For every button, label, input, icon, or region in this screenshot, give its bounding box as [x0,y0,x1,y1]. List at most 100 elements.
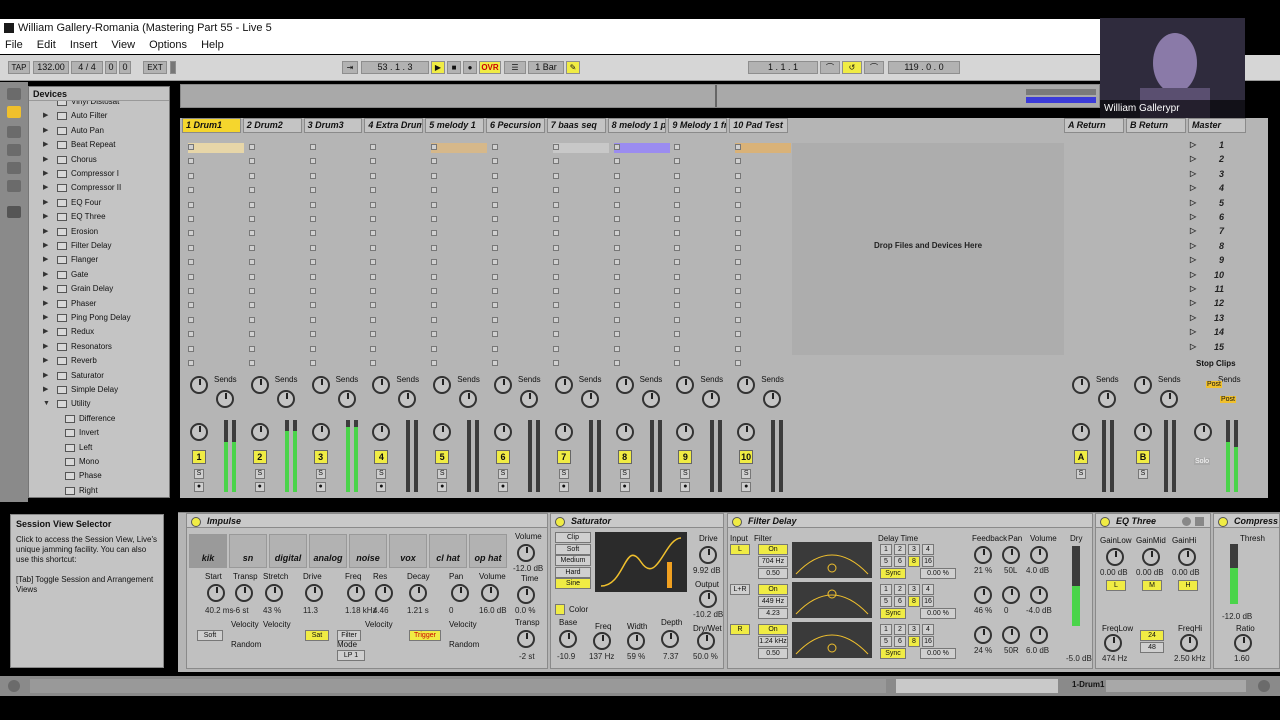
device-browser-icon[interactable] [7,106,21,118]
clip-stop-button[interactable] [431,302,438,309]
clip-stop-button[interactable] [735,187,742,194]
expand-arrow-icon[interactable]: ▶ [43,225,48,239]
impulse-pad[interactable]: digital [269,534,307,568]
browser-item[interactable]: ▶ Beat Repeat [29,138,169,152]
impulse-global-transp-knob[interactable] [517,630,535,648]
scene-play-icon[interactable]: ▷ [1190,253,1196,267]
send-a-knob[interactable] [250,376,269,394]
send-a-knob[interactable] [737,376,756,394]
fd-input-channel[interactable]: R [730,624,750,635]
overview-strip[interactable] [180,84,1100,108]
stop-clips-label[interactable]: Stop Clips [1196,359,1236,368]
clip-stop-button[interactable] [674,345,681,352]
clip-stop-button[interactable] [431,259,438,266]
expand-arrow-icon[interactable]: ▶ [43,181,48,195]
clip-slot[interactable] [431,143,488,153]
clip-stop-button[interactable] [370,345,377,352]
drop-zone[interactable]: Drop Files and Devices Here [792,143,1064,355]
menu-options[interactable]: Options [149,39,187,51]
stop-button[interactable]: ■ [447,61,461,74]
clip-stop-button[interactable] [309,244,316,251]
clip-stop-button[interactable] [188,172,194,179]
scene-launch[interactable]: ▷ 2 [1188,152,1242,166]
return-activator[interactable]: A [1074,450,1088,464]
solo-button[interactable]: S [437,469,448,479]
browser-item[interactable]: Mono [29,455,169,469]
scene-launch[interactable]: ▷ 15 [1188,340,1242,354]
impulse-pad[interactable]: analog [309,534,347,568]
clip-stop-button[interactable] [431,144,438,150]
clip-stop-button[interactable] [370,302,377,309]
clip-stop-button[interactable] [309,216,316,222]
browser-item[interactable]: ▶ Ping Pong Delay [29,311,169,325]
clip-stop-button[interactable] [492,288,498,294]
sat-width-knob[interactable] [627,632,645,650]
expand-arrow-icon[interactable]: ▶ [43,282,48,296]
clip-stop-button[interactable] [492,144,498,150]
clip-stop-button[interactable] [492,187,498,194]
clip-stop-button[interactable] [674,316,681,323]
clip-slot[interactable] [310,143,366,153]
clip-stop-button[interactable] [674,288,681,294]
impulse-param-knob[interactable] [347,584,365,602]
browser-item[interactable]: ▶ Filter Delay [29,239,169,253]
scene-launch[interactable]: ▷ 5 [1188,196,1242,210]
clip-stop-button[interactable] [309,273,316,280]
clip-stop-button[interactable] [431,244,438,251]
clip-stop-button[interactable] [188,187,194,194]
clip-stop-button[interactable] [248,273,255,280]
track-header[interactable]: 6 Pecursion [486,118,545,133]
loop-length-field[interactable]: 119 . 0 . 0 [888,61,960,74]
clip-stop-button[interactable] [248,230,255,237]
impulse-pad[interactable]: sn [229,534,267,568]
clip-stop-button[interactable] [370,259,377,266]
fd-delay-step[interactable]: 4 [922,624,934,635]
track-header[interactable]: 10 Pad Test [729,118,788,133]
send-a-knob[interactable] [190,376,208,394]
track-header[interactable]: 5 melody 1 [425,118,484,133]
browser-item[interactable]: Phase [29,469,169,483]
track-stop-button[interactable] [735,360,742,366]
clip-stop-button[interactable] [674,302,681,309]
fd-delay-step[interactable]: 3 [908,584,920,595]
clip-stop-button[interactable] [431,316,438,323]
clip-stop-button[interactable] [552,288,559,294]
pan-knob[interactable] [554,423,573,441]
scene-launch[interactable]: ▷ 8 [1188,239,1242,253]
clip-stop-button[interactable] [431,273,438,280]
clip-stop-button[interactable] [613,331,620,338]
clip-stop-button[interactable] [309,345,316,352]
clip-stop-button[interactable] [188,302,194,309]
clip-stop-button[interactable] [613,216,620,222]
clip-stop-button[interactable] [248,288,255,294]
comp-ratio-knob[interactable] [1234,634,1252,652]
solo-button[interactable]: S [254,469,265,479]
eq-band-toggle[interactable]: L [1106,580,1126,591]
sat-base-knob[interactable] [559,630,577,648]
play-button[interactable]: ▶ [431,61,445,74]
loop-start-field[interactable]: 1 . 1 . 1 [748,61,818,74]
fd-delay-offset[interactable]: 0.00 % [920,608,956,619]
clip-stop-button[interactable] [613,172,620,179]
expand-arrow-icon[interactable]: ▶ [43,210,48,224]
clip-stop-button[interactable] [613,273,620,280]
clip-stop-button[interactable] [613,288,620,294]
clip-stop-button[interactable] [552,144,559,150]
clip-stop-button[interactable] [188,201,194,208]
expand-arrow-icon[interactable]: ▼ [43,397,50,411]
arm-button[interactable]: ● [254,482,265,492]
scene-launch[interactable]: ▷ 3 [1188,167,1242,181]
return-send-a-knob[interactable] [1072,376,1090,394]
scene-play-icon[interactable]: ▷ [1190,167,1196,181]
clip-stop-button[interactable] [674,244,681,251]
pan-knob[interactable] [494,423,512,441]
clip-stop-button[interactable] [674,230,681,237]
clip-stop-button[interactable] [188,288,194,294]
clip-stop-button[interactable] [431,201,438,208]
arm-button[interactable]: ● [680,482,691,492]
pan-knob[interactable] [433,423,452,441]
clip-stop-button[interactable] [188,345,194,352]
clip-stop-button[interactable] [431,288,438,294]
scene-launch[interactable]: ▷ 1 [1188,138,1242,152]
saturator-mode-soft[interactable]: Soft [555,543,591,555]
